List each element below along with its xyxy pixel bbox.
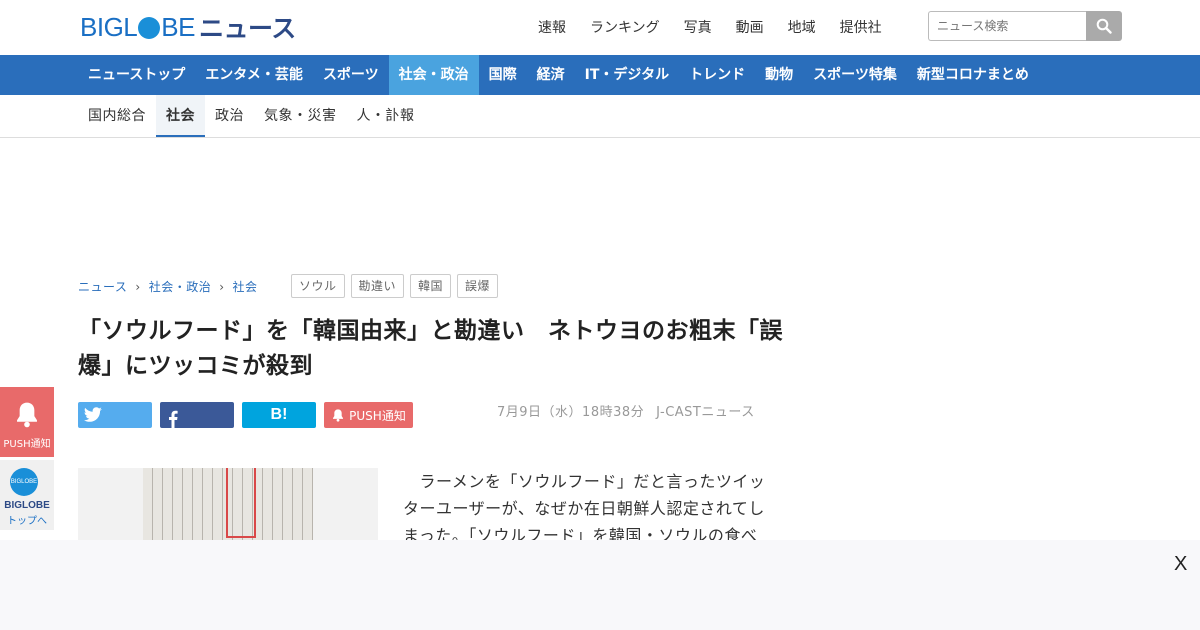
nav-covid[interactable]: 新型コロナまとめ <box>907 55 1039 95</box>
twitter-share-button[interactable] <box>78 402 152 428</box>
top-link-photos[interactable]: 写真 <box>684 17 712 37</box>
site-logo[interactable]: BIGL BE ニュース <box>80 12 296 44</box>
logo-ball-icon <box>138 17 161 39</box>
subnav-weather-disaster[interactable]: 気象・災害 <box>254 95 347 137</box>
nav-society-politics[interactable]: 社会・政治 <box>388 55 479 95</box>
bell-icon <box>333 409 344 422</box>
ad-close-button[interactable]: X <box>1174 553 1187 576</box>
hatena-bookmark-button[interactable]: B! <box>242 402 316 428</box>
search-icon <box>1096 18 1112 34</box>
top-links: 速報 ランキング 写真 動画 地域 提供社 <box>538 17 882 37</box>
tag-list: ソウル 勘違い 韓国 誤爆 <box>291 274 499 298</box>
main-nav: ニューストップ エンタメ・芸能 スポーツ 社会・政治 国際 経済 IT・デジタル… <box>0 55 1200 95</box>
search-box <box>928 11 1122 41</box>
article-photo[interactable] <box>78 468 378 548</box>
top-link-providers[interactable]: 提供社 <box>840 17 882 37</box>
logo-suffix: ニュース <box>198 14 296 43</box>
subnav-society[interactable]: 社会 <box>156 95 205 137</box>
chevron-right-icon: › <box>219 279 225 294</box>
sub-nav: 国内総合 社会 政治 気象・災害 人・訃報 <box>0 95 1200 138</box>
breadcrumb-society-politics[interactable]: 社会・政治 <box>149 278 212 295</box>
bottom-ad-bar <box>0 540 1200 630</box>
subnav-politics[interactable]: 政治 <box>205 95 254 137</box>
floating-push-label: PUSH通知 <box>3 439 51 450</box>
facebook-share-button[interactable] <box>160 402 234 428</box>
floating-top-label-link: トップへ <box>7 516 47 527</box>
site-header: BIGL BE ニュース 速報 ランキング 写真 動画 地域 提供社 <box>0 0 1200 55</box>
tag-item[interactable]: 勘違い <box>350 274 405 298</box>
breadcrumb-society[interactable]: 社会 <box>233 278 258 295</box>
tag-item[interactable]: 韓国 <box>410 274 452 298</box>
push-notification-button[interactable]: PUSH通知 <box>324 402 413 428</box>
article-title: 「ソウルフード」を「韓国由来」と勘違い ネトウヨのお粗末「誤爆」にツッコミが殺到 <box>78 318 783 379</box>
bell-icon <box>17 402 37 428</box>
push-notification-label: PUSH通知 <box>349 408 406 423</box>
article-date: 7月9日（水）18時38分 <box>497 405 645 420</box>
biglobe-mascot-icon: BIGLOBE <box>10 468 38 496</box>
floating-top-label-brand: BIGLOBE <box>4 500 50 511</box>
nav-animals[interactable]: 動物 <box>755 55 803 95</box>
facebook-f-icon <box>169 410 178 428</box>
nav-entertainment[interactable]: エンタメ・芸能 <box>195 55 313 95</box>
subnav-domestic[interactable]: 国内総合 <box>78 95 156 137</box>
nav-sports[interactable]: スポーツ <box>313 55 389 95</box>
top-link-ranking[interactable]: ランキング <box>590 17 660 37</box>
floating-biglobe-top-button[interactable]: BIGLOBE BIGLOBE トップへ <box>0 460 54 530</box>
nav-sports-feature[interactable]: スポーツ特集 <box>803 55 907 95</box>
top-link-regions[interactable]: 地域 <box>788 17 816 37</box>
breadcrumb-news[interactable]: ニュース <box>78 278 127 295</box>
search-input[interactable] <box>928 11 1086 41</box>
article-body: ラーメンを「ソウルフード」だと言ったツイッターユーザーが、なぜか在日朝鮮人認定さ… <box>403 472 766 545</box>
chevron-right-icon: › <box>135 279 141 294</box>
tag-item[interactable]: 誤爆 <box>457 274 499 298</box>
subnav-people-obituary[interactable]: 人・訃報 <box>347 95 425 137</box>
nav-trend[interactable]: トレンド <box>679 55 755 95</box>
twitter-bird-icon <box>83 407 102 422</box>
article-source[interactable]: J-CASTニュース <box>656 405 755 420</box>
search-button[interactable] <box>1086 11 1122 41</box>
nav-economy[interactable]: 経済 <box>527 55 575 95</box>
nav-news-top[interactable]: ニューストップ <box>78 55 195 95</box>
tag-item[interactable]: ソウル <box>291 274 345 298</box>
nav-international[interactable]: 国際 <box>479 55 527 95</box>
top-link-breaking[interactable]: 速報 <box>538 17 566 37</box>
highlight-box <box>226 468 256 538</box>
breadcrumb: ニュース › 社会・政治 › 社会 <box>78 278 258 295</box>
floating-push-button[interactable]: PUSH通知 <box>0 387 54 457</box>
top-link-videos[interactable]: 動画 <box>736 17 764 37</box>
nav-it-digital[interactable]: IT・デジタル <box>575 55 679 95</box>
article-meta: 7月9日（水）18時38分 J-CASTニュース <box>497 401 755 420</box>
